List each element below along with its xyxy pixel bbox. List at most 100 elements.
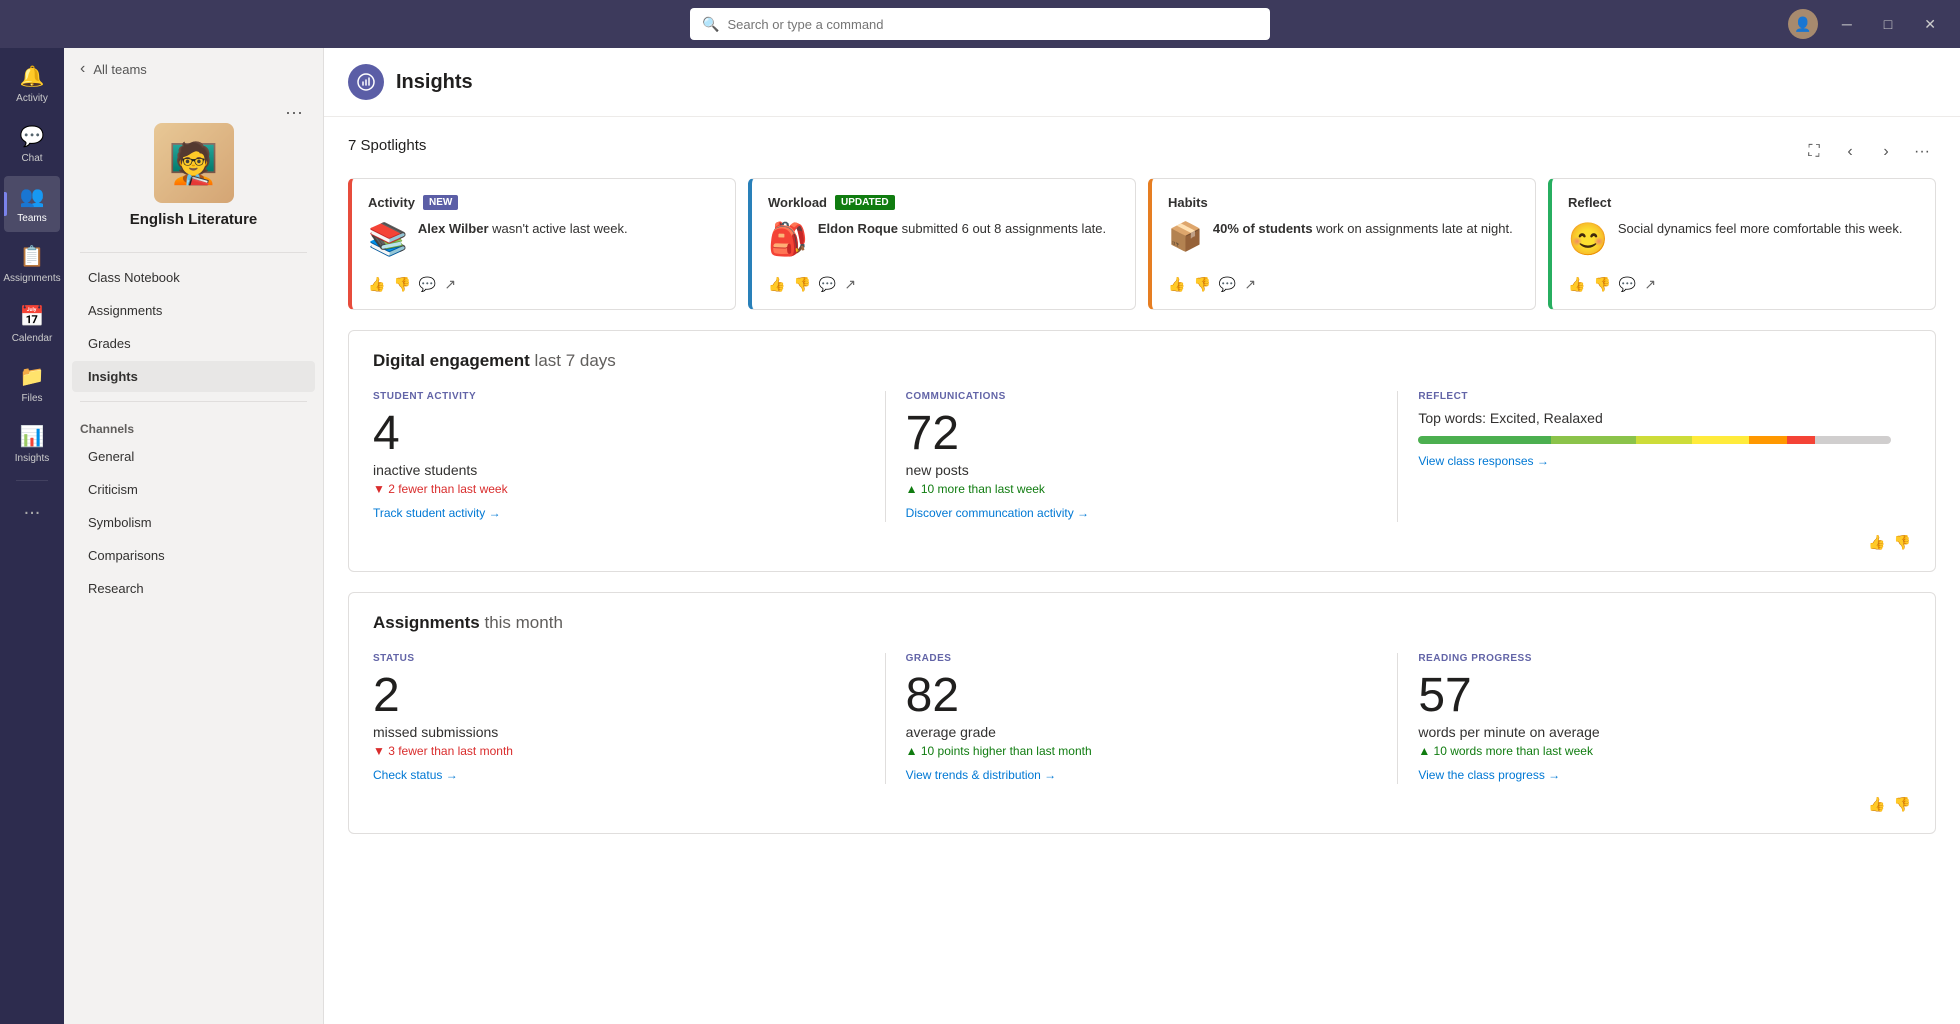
- card-header-activity: Activity NEW: [368, 195, 719, 210]
- card-text-reflect: Social dynamics feel more comfortable th…: [1618, 220, 1903, 238]
- card-actions-workload: 👍 👎 💬 ↗: [768, 268, 1119, 293]
- nav-item-calendar[interactable]: 📅 Calendar: [4, 296, 60, 352]
- comment-icon-2[interactable]: 💬: [819, 276, 836, 293]
- share-icon-3[interactable]: ↗: [1244, 276, 1256, 293]
- bar-seg-5: [1749, 436, 1787, 444]
- nav-more-button[interactable]: ...: [16, 489, 49, 528]
- nav-label-teams: Teams: [17, 213, 46, 224]
- assignments-thumbs-up-icon[interactable]: 👍: [1868, 796, 1885, 813]
- sidebar-item-assignments[interactable]: Assignments: [72, 295, 315, 326]
- metrics-grid-assignments: STATUS 2 missed submissions ▼ 3 fewer th…: [373, 653, 1911, 784]
- spotlight-next-button[interactable]: ›: [1872, 138, 1900, 166]
- card-type-activity: Activity: [368, 195, 415, 210]
- nav-item-teams[interactable]: 👥 Teams: [4, 176, 60, 232]
- spotlights-section: 7 Spotlights ⛶ ‹ › ··· Activity NEW: [348, 137, 1936, 310]
- app-layout: 🔔 Activity 💬 Chat 👥 Teams 📋 Assignments …: [0, 48, 1960, 1024]
- bar-seg-4: [1692, 436, 1749, 444]
- card-text-workload: Eldon Roque submitted 6 out 8 assignment…: [818, 220, 1106, 238]
- thumbs-down-icon-2[interactable]: 👎: [793, 276, 810, 293]
- nav-label-files: Files: [21, 393, 42, 404]
- engagement-thumbs-down-icon[interactable]: 👎: [1894, 534, 1911, 551]
- nav-divider: [16, 480, 48, 481]
- spotlight-more-button[interactable]: ···: [1908, 138, 1936, 166]
- minimize-button[interactable]: ─: [1834, 12, 1860, 36]
- check-status-link[interactable]: Check status →: [373, 768, 458, 782]
- insights-page-icon: [357, 73, 375, 91]
- team-info: ··· 🧑‍🏫 English Literature: [64, 90, 323, 244]
- nav-item-files[interactable]: 📁 Files: [4, 356, 60, 412]
- thumbs-up-icon-1[interactable]: 👍: [368, 276, 385, 293]
- sidebar-item-class-notebook[interactable]: Class Notebook: [72, 262, 315, 293]
- sidebar-channel-general[interactable]: General: [72, 441, 315, 472]
- restore-button[interactable]: □: [1876, 12, 1900, 36]
- status-trend: ▼ 3 fewer than last month: [373, 744, 865, 758]
- thumbs-down-icon-1[interactable]: 👎: [393, 276, 410, 293]
- share-icon-1[interactable]: ↗: [444, 276, 456, 293]
- metrics-grid-engagement: STUDENT ACTIVITY 4 inactive students ▼ 2…: [373, 391, 1911, 522]
- card-text-activity: Alex Wilber wasn't active last week.: [418, 220, 628, 238]
- card-header-workload: Workload UPDATED: [768, 195, 1119, 210]
- thumbs-up-icon-2[interactable]: 👍: [768, 276, 785, 293]
- sidebar-item-insights[interactable]: Insights: [72, 361, 315, 392]
- nav-label-calendar: Calendar: [12, 333, 53, 344]
- search-bar[interactable]: 🔍: [690, 8, 1270, 40]
- comment-icon-1[interactable]: 💬: [419, 276, 436, 293]
- card-actions-activity: 👍 👎 💬 ↗: [368, 268, 719, 293]
- search-input[interactable]: [727, 17, 1258, 32]
- share-icon-2[interactable]: ↗: [844, 276, 856, 293]
- trend-up-icon-1: ▲ 10 more than last week: [906, 482, 1045, 496]
- track-student-activity-link[interactable]: Track student activity →: [373, 506, 501, 520]
- nav-item-assignments[interactable]: 📋 Assignments: [4, 236, 60, 292]
- comment-icon-4[interactable]: 💬: [1619, 276, 1636, 293]
- spotlight-card-reflect: Reflect 😊 Social dynamics feel more comf…: [1548, 178, 1936, 310]
- sidebar-item-grades[interactable]: Grades: [72, 328, 315, 359]
- close-button[interactable]: ✕: [1916, 12, 1944, 37]
- trend-up-icon-2: ▲ 10 points higher than last month: [906, 744, 1092, 758]
- reflect-label: REFLECT: [1418, 391, 1891, 402]
- calendar-icon: 📅: [20, 304, 45, 329]
- thumbs-down-icon-3[interactable]: 👎: [1193, 276, 1210, 293]
- nav-item-insights[interactable]: 📊 Insights: [4, 416, 60, 472]
- thumbs-up-icon-4[interactable]: 👍: [1568, 276, 1585, 293]
- team-menu-button[interactable]: ···: [285, 102, 303, 123]
- discover-communication-link[interactable]: Discover communcation activity →: [906, 506, 1089, 520]
- thumbs-down-icon-4[interactable]: 👎: [1593, 276, 1610, 293]
- sidebar-channel-criticism[interactable]: Criticism: [72, 474, 315, 505]
- teams-icon: 👥: [20, 184, 45, 209]
- reading-progress-trend: ▲ 10 words more than last week: [1418, 744, 1891, 758]
- section-footer-assignments: 👍 👎: [373, 784, 1911, 813]
- nav-item-activity[interactable]: 🔔 Activity: [4, 56, 60, 112]
- view-trends-link[interactable]: View trends & distribution →: [906, 768, 1057, 782]
- student-activity-desc: inactive students: [373, 462, 865, 478]
- metric-grades: GRADES 82 average grade ▲ 10 points high…: [886, 653, 1399, 784]
- avatar[interactable]: 👤: [1788, 9, 1818, 39]
- card-body-reflect: 😊 Social dynamics feel more comfortable …: [1568, 220, 1919, 258]
- main-content: Insights 7 Spotlights ⛶ ‹ › ···: [324, 48, 1960, 1024]
- view-class-progress-link[interactable]: View the class progress →: [1418, 768, 1560, 782]
- view-class-responses-link[interactable]: View class responses →: [1418, 454, 1549, 468]
- comment-icon-3[interactable]: 💬: [1219, 276, 1236, 293]
- sidebar-channel-research[interactable]: Research: [72, 573, 315, 604]
- team-avatar: 🧑‍🏫: [154, 123, 234, 203]
- nav-rail: 🔔 Activity 💬 Chat 👥 Teams 📋 Assignments …: [0, 48, 64, 1024]
- badge-updated: UPDATED: [835, 195, 895, 210]
- spotlight-prev-button[interactable]: ‹: [1836, 138, 1864, 166]
- share-icon-4[interactable]: ↗: [1644, 276, 1656, 293]
- engagement-thumbs-up-icon[interactable]: 👍: [1868, 534, 1885, 551]
- metric-communications: COMMUNICATIONS 72 new posts ▲ 10 more th…: [886, 391, 1399, 522]
- assignments-section: Assignments this month STATUS 2 missed s…: [348, 592, 1936, 834]
- back-label: All teams: [93, 62, 146, 77]
- sidebar-channel-symbolism[interactable]: Symbolism: [72, 507, 315, 538]
- back-to-all-teams[interactable]: ‹ All teams: [64, 48, 323, 90]
- back-icon: ‹: [80, 60, 85, 78]
- bar-seg-7: [1815, 436, 1891, 444]
- card-type-reflect: Reflect: [1568, 195, 1611, 210]
- spotlight-expand-button[interactable]: ⛶: [1800, 138, 1828, 166]
- spotlight-card-workload: Workload UPDATED 🎒 Eldon Roque submitted…: [748, 178, 1136, 310]
- assignments-thumbs-down-icon[interactable]: 👎: [1894, 796, 1911, 813]
- reflect-bar: [1418, 436, 1891, 444]
- thumbs-up-icon-3[interactable]: 👍: [1168, 276, 1185, 293]
- nav-item-chat[interactable]: 💬 Chat: [4, 116, 60, 172]
- sidebar-channel-comparisons[interactable]: Comparisons: [72, 540, 315, 571]
- status-label: STATUS: [373, 653, 865, 664]
